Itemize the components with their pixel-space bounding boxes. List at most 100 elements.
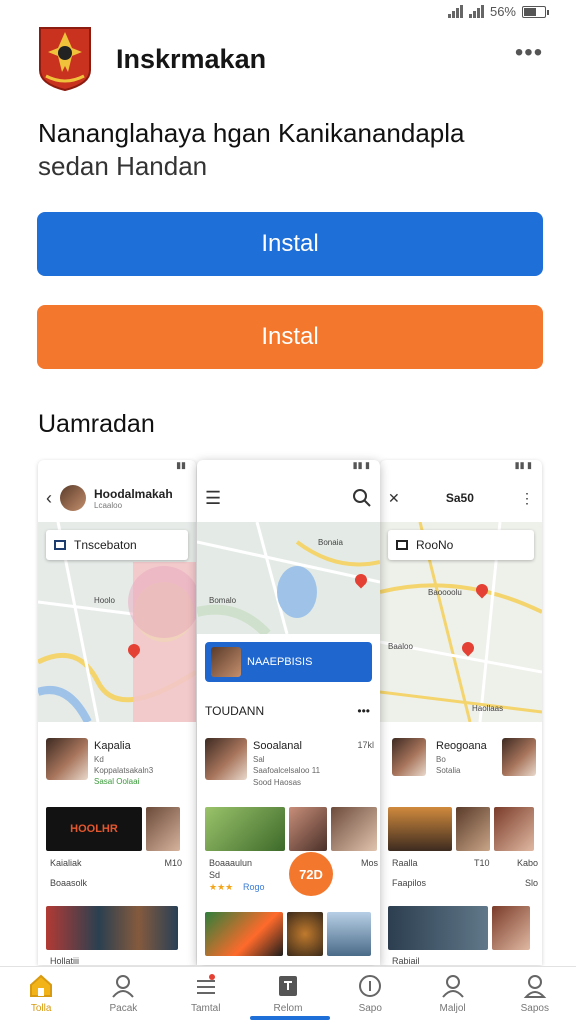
image-caption: Hollatiii	[50, 956, 80, 965]
image-row	[388, 807, 542, 851]
image-caption-meta: M10	[164, 858, 182, 868]
bottom-navigation: Tolla Pacak Tamtal Relom Sapo Maljol Sap…	[0, 966, 576, 1024]
nav-label: Maljol	[439, 1003, 466, 1014]
image-caption: Kaialiak	[50, 858, 82, 868]
image-tile[interactable]	[46, 906, 178, 950]
nav-label: Sapos	[520, 1003, 549, 1014]
image-tile[interactable]	[289, 807, 327, 851]
install-button-primary[interactable]: Instal	[37, 212, 543, 276]
image-tile[interactable]	[494, 807, 534, 851]
battery-icon	[522, 5, 549, 18]
image-caption: Boaaaulun	[209, 858, 253, 868]
image-row	[46, 906, 196, 950]
image-tile[interactable]	[327, 912, 371, 956]
app-header: Inskrmakan •••	[0, 26, 576, 96]
section-title: TOUDANN	[205, 704, 265, 718]
screenshot-center[interactable]: ▮▮ ▮ ☰ Bonaia Bomalo NAAEPBISIS TOUDANN …	[197, 460, 380, 965]
map-search-bar[interactable]: Tnscebaton	[46, 530, 188, 560]
image-caption: Rogo	[243, 882, 265, 892]
item-thumbnail	[392, 738, 426, 776]
floating-action-button[interactable]: 72D	[289, 852, 333, 896]
map-label: Baaloo	[388, 642, 413, 651]
image-tile[interactable]	[205, 912, 283, 956]
image-caption-meta: T10	[474, 858, 490, 868]
banner-thumbnail	[211, 647, 241, 677]
screenshots-title: Uamradan	[38, 410, 155, 438]
nav-item-list[interactable]: Tamtal	[165, 967, 247, 1024]
map-search-bar[interactable]: RooNo	[388, 530, 534, 560]
nav-label: Pacak	[109, 1003, 138, 1014]
status-icons: 56%	[447, 4, 549, 19]
item-title: Reogoana	[436, 740, 487, 752]
menu-icon[interactable]: ☰	[205, 488, 221, 509]
map-label: Bonaia	[318, 538, 343, 547]
item-line: Sood Haosas	[253, 778, 302, 787]
image-caption: Raalla	[392, 858, 418, 868]
image-caption: Kabo	[516, 858, 538, 868]
back-arrow-icon: ‹	[46, 487, 52, 508]
map-label: Haollaas	[472, 704, 504, 713]
image-tile[interactable]	[388, 807, 452, 851]
image-tile[interactable]	[388, 906, 488, 950]
nav-item-home[interactable]: Tolla	[0, 967, 82, 1024]
section-header: TOUDANN •••	[205, 704, 370, 718]
image-tile[interactable]	[456, 807, 490, 851]
image-tile[interactable]	[205, 807, 285, 851]
list-item[interactable]: Sooalanal 17kl Sal Saafoalcelsaloo 11 So…	[205, 738, 374, 790]
more-options-icon[interactable]: •••	[514, 41, 544, 68]
nav-label: Tolla	[30, 1003, 52, 1014]
image-tile[interactable]	[146, 807, 180, 851]
screenshot-right[interactable]: ▮▮ ▮ ✕ Sa50 ⋮ RooNo Baoooolu Baaloo Haol…	[380, 460, 542, 965]
item-line: Kd	[94, 755, 104, 764]
item-line: Sotalia	[436, 766, 461, 775]
map-view: RooNo Baoooolu Baaloo Haollaas	[380, 522, 542, 722]
mini-title: Sa50	[445, 491, 474, 505]
nav-label: Tamtal	[190, 1003, 221, 1014]
list-item[interactable]: Reogoana Bo Sotalia	[388, 738, 536, 790]
item-thumbnail	[205, 738, 247, 780]
mini-header: ‹ Hoodalmakah Lcaaloo	[38, 474, 196, 522]
image-row	[205, 807, 380, 851]
image-caption: Boaasolk	[50, 878, 88, 888]
item-line: Sasal Oolaai	[94, 777, 140, 786]
mini-status-bar: ▮▮ ▮	[514, 460, 532, 470]
section-more-icon[interactable]: •••	[357, 704, 370, 718]
mini-header: ✕ Sa50 ⋮	[380, 474, 542, 522]
nav-item-profile[interactable]: Sapos	[494, 967, 576, 1024]
close-icon[interactable]: ✕	[388, 490, 400, 507]
description-line-2: sedan Handan	[38, 151, 208, 181]
item-line: Saafoalcelsaloo 11	[253, 766, 321, 775]
nav-item-person[interactable]: Pacak	[82, 967, 164, 1024]
image-tile[interactable]	[492, 906, 530, 950]
mini-subtitle: Lcaaloo	[94, 500, 123, 510]
mini-status-bar: ▮▮ ▮	[352, 460, 370, 470]
avatar	[60, 485, 86, 511]
screenshot-left[interactable]: ▮▮ ‹ Hoodalmakah Lcaaloo Tnscebaton Hool…	[38, 460, 196, 965]
mini-status-bar: ▮▮	[176, 460, 186, 470]
image-caption-meta: Mos	[360, 858, 378, 868]
list-item[interactable]: Kapalia Kd Koppalatsakaln3 Sasal Oolaai	[46, 738, 190, 790]
description-line-1: Nananglahaya hgan Kanikanandapla	[38, 118, 465, 148]
app-name: Inskrmakan	[116, 44, 267, 74]
image-row: HOOLHR	[46, 807, 196, 851]
image-caption-meta: Slo	[524, 878, 538, 888]
more-vertical-icon[interactable]: ⋮	[520, 490, 534, 507]
map-roads	[197, 522, 380, 634]
search-icon[interactable]	[352, 488, 372, 508]
nav-item-account[interactable]: Maljol	[411, 967, 493, 1024]
image-banner-text: HOOLHR	[70, 823, 118, 835]
map-layer-icon	[396, 540, 408, 550]
install-button-secondary[interactable]: Instal	[37, 305, 543, 369]
home-icon	[30, 974, 53, 997]
image-tile[interactable]: HOOLHR	[46, 807, 142, 851]
nav-item-info[interactable]: Sapo	[329, 967, 411, 1024]
item-title: Kapalia	[94, 740, 131, 752]
mini-title: Hoodalmakah	[94, 486, 173, 501]
map-search-text: Tnscebaton	[74, 538, 137, 552]
map-label: Bomalo	[209, 596, 237, 605]
image-row	[388, 906, 542, 950]
promo-banner[interactable]: NAAEPBISIS	[205, 642, 372, 682]
image-tile[interactable]	[331, 807, 377, 851]
image-tile[interactable]	[287, 912, 323, 956]
rating-stars: ★★★	[209, 882, 234, 892]
